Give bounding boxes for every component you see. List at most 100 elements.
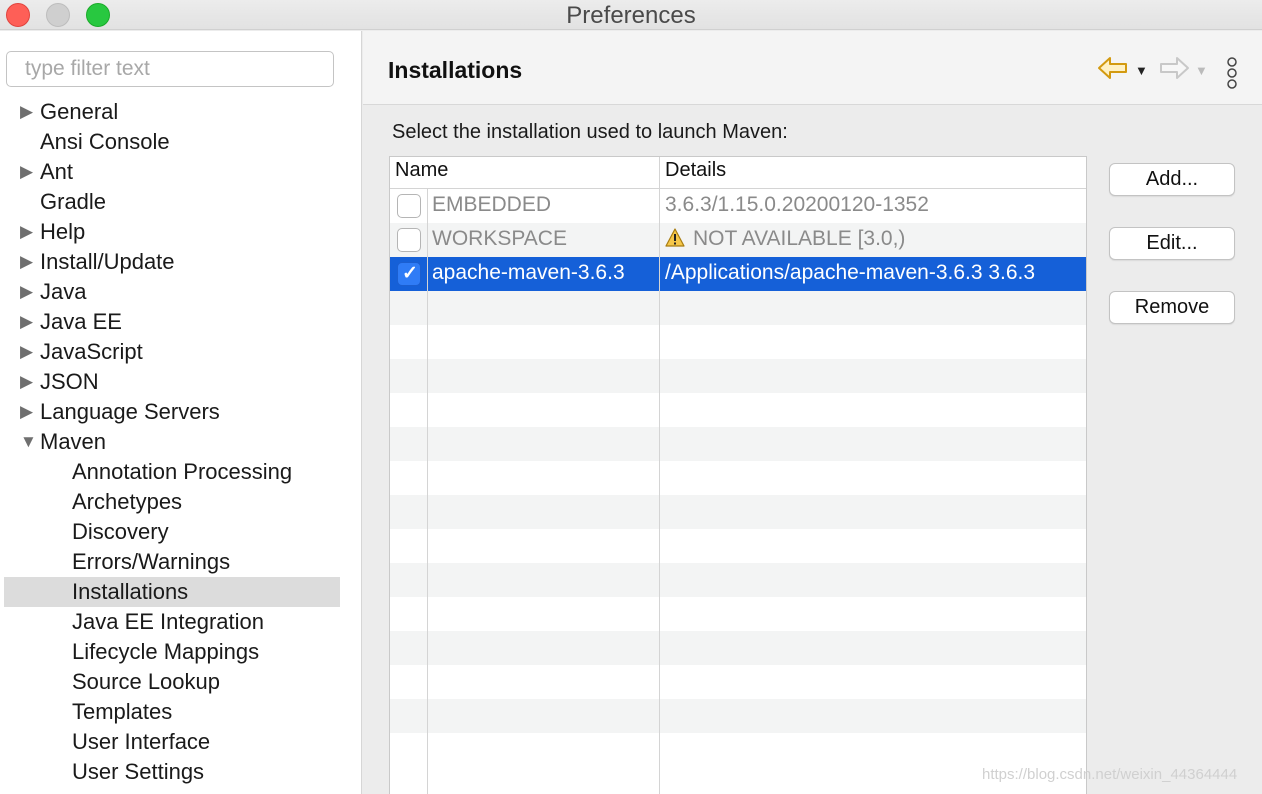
table-header: Name Details	[390, 157, 1086, 189]
installation-name: apache-maven-3.6.3	[432, 261, 625, 284]
tree-item-user-settings[interactable]: User Settings	[0, 757, 361, 787]
collapsed-triangle-icon[interactable]: ▶	[20, 217, 33, 247]
empty-table-row	[390, 427, 1086, 461]
expanded-triangle-icon[interactable]: ▼	[20, 427, 37, 457]
tree-item-general[interactable]: ▶ General	[0, 97, 361, 127]
tree-item-label: User Settings	[72, 759, 205, 784]
tree-item-ant[interactable]: ▶ Ant	[0, 157, 361, 187]
collapsed-triangle-icon[interactable]: ▶	[20, 397, 33, 427]
view-menu-icon[interactable]	[1225, 57, 1239, 89]
installation-name: EMBEDDED	[432, 193, 552, 216]
collapsed-triangle-icon[interactable]: ▶	[20, 337, 33, 367]
filter-input[interactable]	[6, 51, 334, 87]
page-header: Installations ▼ ▼	[363, 31, 1262, 105]
tree-item-templates[interactable]: Templates	[0, 697, 361, 727]
watermark: https://blog.csdn.net/weixin_44364444	[982, 766, 1238, 783]
tree-item-label: Discovery	[72, 519, 169, 544]
installations-table: Name Details EMBEDDED 3.6.3/1.15.0.202001…	[389, 156, 1087, 794]
tree-item-label: User Interface	[72, 729, 211, 754]
collapsed-triangle-icon[interactable]: ▶	[20, 247, 33, 277]
page-title: Installations	[388, 57, 523, 83]
preferences-tree: ▶ General Ansi Console ▶ Ant Gradle ▶ Help ▶ Inst…	[0, 97, 361, 787]
tree-item-annotation-processing[interactable]: Annotation Processing	[0, 457, 361, 487]
tree-item-help[interactable]: ▶ Help	[0, 217, 361, 247]
column-header-details[interactable]: Details	[665, 159, 726, 182]
tree-item-label: General	[40, 99, 119, 124]
installation-name: WORKSPACE	[432, 227, 567, 250]
installation-prompt: Select the installation used to launch M…	[392, 121, 788, 143]
empty-table-row	[390, 665, 1086, 699]
tree-item-label: Archetypes	[72, 489, 183, 514]
empty-table-row	[390, 495, 1086, 529]
tree-item-label: Source Lookup	[72, 669, 220, 694]
tree-item-label: Installations	[72, 579, 189, 604]
tree-item-discovery[interactable]: Discovery	[0, 517, 361, 547]
back-arrow-icon[interactable]	[1097, 55, 1129, 81]
tree-item-user-interface[interactable]: User Interface	[0, 727, 361, 757]
tree-item-installations[interactable]: Installations	[4, 577, 340, 607]
tree-item-label: Templates	[72, 699, 173, 724]
collapsed-triangle-icon[interactable]: ▶	[20, 277, 33, 307]
tree-item-label: Ant	[40, 159, 74, 184]
tree-item-label: JSON	[40, 369, 99, 394]
empty-table-row	[390, 291, 1086, 325]
tree-item-gradle[interactable]: Gradle	[0, 187, 361, 217]
tree-item-javascript[interactable]: ▶ JavaScript	[0, 337, 361, 367]
remove-button[interactable]: Remove	[1109, 291, 1235, 324]
empty-table-row	[390, 563, 1086, 597]
table-row[interactable]: apache-maven-3.6.3/Applications/apache-m…	[390, 257, 1086, 291]
collapsed-triangle-icon[interactable]: ▶	[20, 157, 33, 187]
forward-arrow-icon[interactable]	[1158, 55, 1190, 81]
column-header-name[interactable]: Name	[395, 159, 448, 182]
edit-button[interactable]: Edit...	[1109, 227, 1235, 260]
table-row[interactable]: WORKSPACE NOT AVAILABLE [3.0,)	[390, 223, 1086, 257]
tree-item-label: Language Servers	[40, 399, 220, 424]
installation-details: NOT AVAILABLE [3.0,)	[665, 227, 1086, 251]
column-divider[interactable]	[659, 157, 660, 189]
table-body: EMBEDDED 3.6.3/1.15.0.20200120-1352 WORKSP…	[390, 189, 1086, 767]
preferences-content: Installations ▼ ▼ Select the installatio…	[363, 31, 1262, 794]
tree-item-label: JavaScript	[40, 339, 143, 364]
empty-table-row	[390, 393, 1086, 427]
tree-item-java-ee[interactable]: ▶ Java EE	[0, 307, 361, 337]
empty-table-row	[390, 597, 1086, 631]
title-bar: Preferences	[0, 0, 1262, 30]
table-row[interactable]: EMBEDDED 3.6.3/1.15.0.20200120-1352	[390, 189, 1086, 223]
installation-checkbox[interactable]	[397, 228, 421, 252]
tree-item-label: Install/Update	[40, 249, 175, 274]
tree-item-ansi-console[interactable]: Ansi Console	[0, 127, 361, 157]
empty-table-row	[390, 325, 1086, 359]
tree-item-archetypes[interactable]: Archetypes	[0, 487, 361, 517]
installation-details-text: 3.6.3/1.15.0.20200120-1352	[665, 193, 929, 216]
tree-item-install-update[interactable]: ▶ Install/Update	[0, 247, 361, 277]
tree-item-json[interactable]: ▶ JSON	[0, 367, 361, 397]
empty-table-row	[390, 631, 1086, 665]
empty-table-row	[390, 699, 1086, 733]
tree-item-errors-warnings[interactable]: Errors/Warnings	[0, 547, 361, 577]
tree-item-label: Maven	[40, 429, 107, 454]
tree-item-label: Help	[40, 219, 86, 244]
tree-item-java[interactable]: ▶ Java	[0, 277, 361, 307]
tree-item-lifecycle-mappings[interactable]: Lifecycle Mappings	[0, 637, 361, 667]
empty-table-row	[390, 529, 1086, 563]
collapsed-triangle-icon[interactable]: ▶	[20, 367, 33, 397]
empty-table-row	[390, 733, 1086, 767]
empty-table-row	[390, 359, 1086, 393]
tree-item-label: Lifecycle Mappings	[72, 639, 260, 664]
back-history-dropdown-icon[interactable]: ▼	[1135, 63, 1148, 78]
tree-item-java-ee-integration[interactable]: Java EE Integration	[0, 607, 361, 637]
collapsed-triangle-icon[interactable]: ▶	[20, 307, 33, 337]
tree-item-language-servers[interactable]: ▶ Language Servers	[0, 397, 361, 427]
installation-details: /Applications/apache-maven-3.6.3 3.6.3	[665, 261, 1086, 285]
forward-history-dropdown-icon[interactable]: ▼	[1195, 63, 1208, 78]
installation-details: 3.6.3/1.15.0.20200120-1352	[665, 193, 1086, 217]
collapsed-triangle-icon[interactable]: ▶	[20, 97, 33, 127]
installation-checkbox[interactable]	[397, 262, 421, 286]
installation-details-text: NOT AVAILABLE [3.0,)	[693, 227, 906, 250]
tree-item-label: Annotation Processing	[72, 459, 293, 484]
installation-checkbox[interactable]	[397, 194, 421, 218]
tree-item-source-lookup[interactable]: Source Lookup	[0, 667, 361, 697]
add-button[interactable]: Add...	[1109, 163, 1235, 196]
tree-item-label: Ansi Console	[40, 129, 170, 154]
tree-item-maven[interactable]: ▼ Maven	[0, 427, 361, 457]
